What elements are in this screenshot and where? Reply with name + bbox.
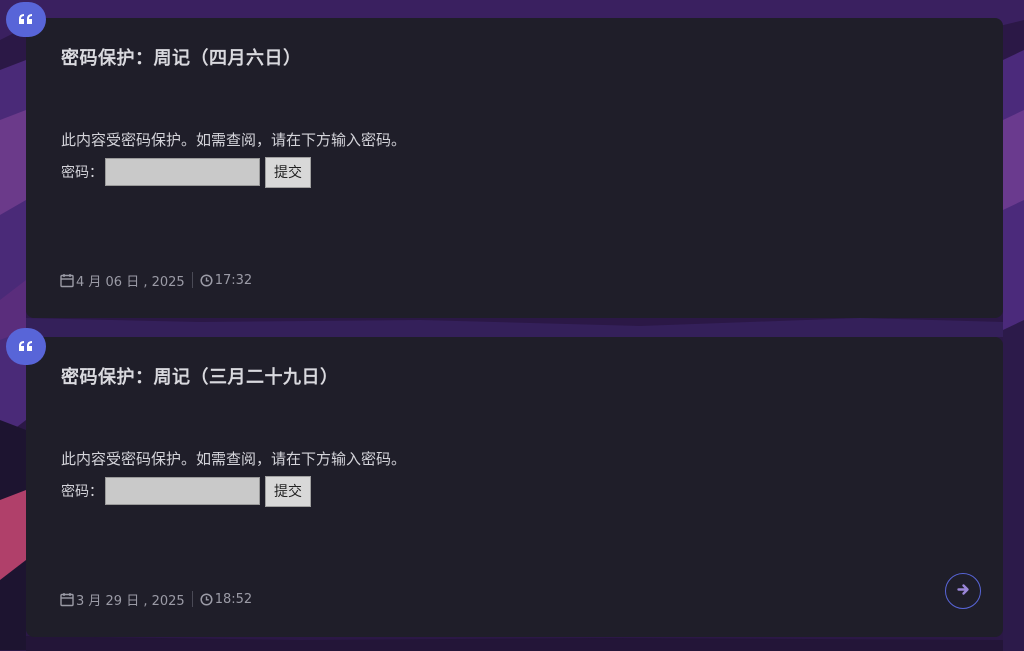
calendar-icon	[60, 592, 74, 607]
post-date: 4 月 06 日 , 2025	[76, 274, 185, 290]
submit-button[interactable]: 提交	[265, 475, 311, 507]
post-title[interactable]: 密码保护：周记（三月二十九日）	[61, 363, 339, 389]
protected-message: 此内容受密码保护。如需查阅，请在下方输入密码。	[61, 450, 407, 468]
submit-button[interactable]: 提交	[265, 156, 311, 188]
quote-badge	[6, 2, 46, 37]
post-title[interactable]: 密码保护：周记（四月六日）	[61, 44, 302, 70]
post-card: 密码保护：周记（三月二十九日） 此内容受密码保护。如需查阅，请在下方输入密码。 …	[26, 337, 1003, 637]
post-time: 18:52	[214, 591, 253, 607]
meta-divider	[191, 591, 193, 607]
calendar-icon	[60, 273, 74, 288]
quote-badge	[6, 328, 46, 365]
post-time: 17:32	[214, 272, 253, 288]
protected-message: 此内容受密码保护。如需查阅，请在下方输入密码。	[61, 131, 407, 149]
post-meta: 3 月 29 日 , 2025 18:52	[60, 589, 252, 609]
clock-icon	[200, 592, 213, 606]
post-meta: 4 月 06 日 , 2025 17:32	[60, 270, 252, 290]
password-form: 密码： 提交	[61, 475, 311, 507]
arrow-right-icon	[956, 583, 970, 599]
password-label: 密码：	[61, 165, 103, 181]
clock-icon	[200, 273, 213, 287]
password-label: 密码：	[61, 484, 103, 500]
quote-icon	[18, 337, 34, 356]
post-card: 密码保护：周记（四月六日） 此内容受密码保护。如需查阅，请在下方输入密码。 密码…	[26, 18, 1003, 318]
password-form: 密码： 提交	[61, 156, 311, 188]
post-date: 3 月 29 日 , 2025	[76, 593, 185, 609]
next-page-button[interactable]	[945, 573, 981, 609]
quote-icon	[18, 10, 34, 29]
meta-divider	[191, 272, 193, 288]
password-field[interactable]	[105, 158, 260, 186]
password-field[interactable]	[105, 477, 260, 505]
